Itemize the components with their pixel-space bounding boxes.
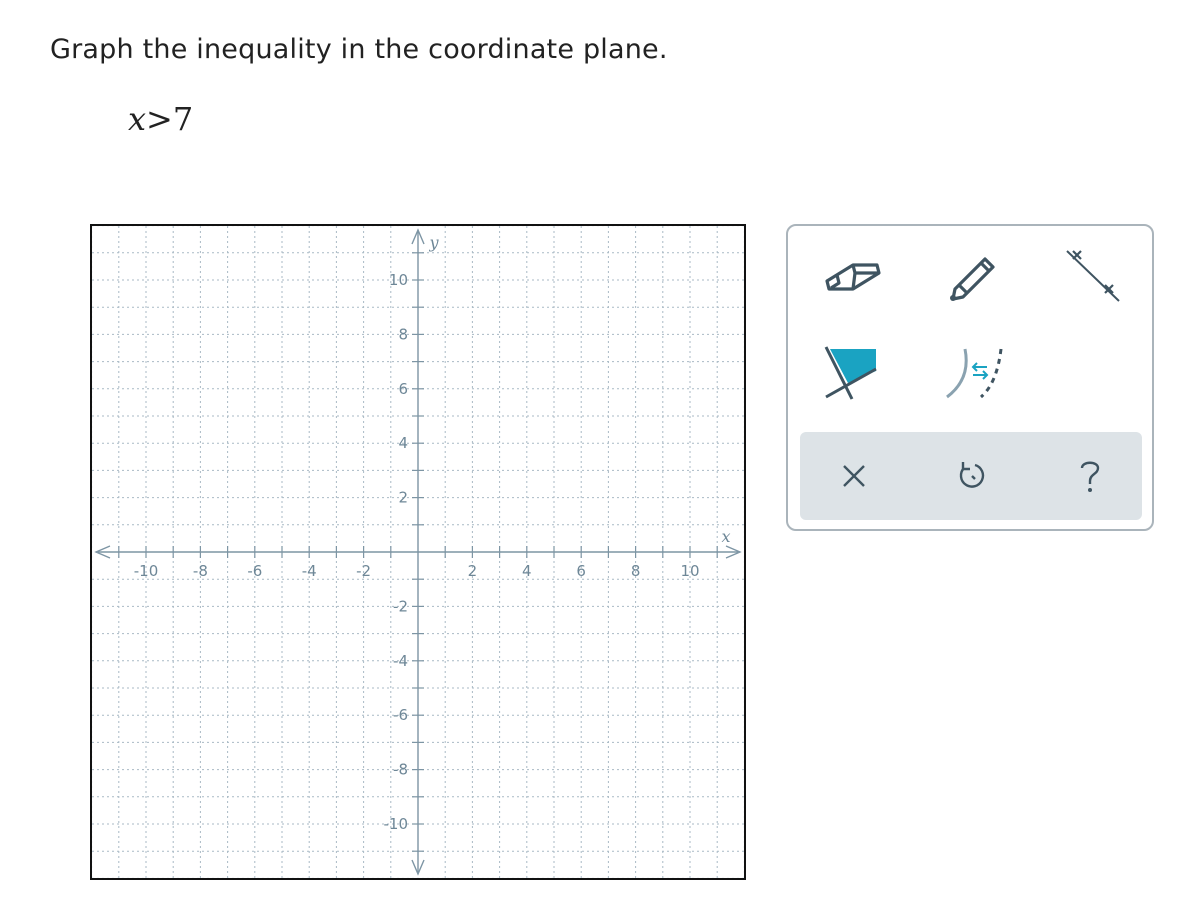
coordinate-plane[interactable]: -10 -8 -6 -4 -2 2 4 6 8 10 10 8 6 4 2 -2 -4 -6 -8 -10 x y: [90, 224, 746, 880]
y-tick-label: 8: [398, 325, 408, 343]
help-button[interactable]: [1050, 442, 1130, 510]
x-axis-label: x: [721, 527, 730, 546]
solid-dashed-toggle-icon: [946, 348, 1003, 399]
line-tool-icon: [1066, 250, 1120, 302]
clear-button[interactable]: [814, 442, 894, 510]
clear-icon: [843, 465, 865, 487]
axes: [94, 228, 742, 876]
x-tick-label: 6: [576, 562, 586, 580]
eraser-tool-button[interactable]: [813, 240, 893, 310]
y-tick-label: 4: [398, 434, 408, 452]
x-tick-label: -8: [193, 562, 208, 580]
toolbox-actions: [800, 432, 1142, 520]
y-tick-label: -4: [393, 652, 408, 670]
y-tick-label: -6: [393, 706, 408, 724]
inequality-operator: >: [146, 100, 173, 138]
x-tick-label: 10: [680, 562, 699, 580]
pencil-tool-button[interactable]: [933, 240, 1013, 310]
y-tick-label: 6: [398, 380, 408, 398]
y-tick-label: 10: [389, 271, 408, 289]
x-tick-label: 8: [631, 562, 641, 580]
undo-button[interactable]: [932, 442, 1012, 510]
y-tick-label: -8: [393, 761, 408, 779]
x-tick-label: 4: [522, 562, 532, 580]
inequality-variable: x: [128, 100, 147, 138]
x-tick-label: -6: [247, 562, 262, 580]
eraser-icon: [825, 263, 881, 291]
x-tick-label: 2: [468, 562, 478, 580]
solid-dashed-toggle-button[interactable]: [933, 336, 1013, 406]
tick-labels: -10 -8 -6 -4 -2 2 4 6 8 10 10 8 6 4 2 -2 -4 -6 -8 -10 x y: [134, 233, 731, 833]
line-tool-button[interactable]: [1053, 240, 1133, 310]
x-tick-label: -4: [302, 562, 317, 580]
inequality-value: 7: [172, 100, 194, 138]
coordinate-plane-canvas[interactable]: -10 -8 -6 -4 -2 2 4 6 8 10 10 8 6 4 2 -2 -4 -6 -8 -10 x y: [92, 226, 744, 878]
graphing-toolbox: [786, 224, 1154, 531]
y-tick-label: -10: [384, 815, 409, 833]
inequality-expression: x>7: [128, 100, 193, 138]
shade-region-icon: [824, 346, 877, 400]
help-icon: [1080, 461, 1100, 492]
question-prompt: Graph the inequality in the coordinate p…: [50, 34, 668, 65]
undo-icon: [959, 462, 985, 488]
shade-region-tool-button[interactable]: [813, 336, 893, 406]
x-tick-label: -10: [134, 562, 159, 580]
pencil-icon: [950, 257, 995, 301]
y-tick-label: 2: [398, 489, 408, 507]
x-tick-label: -2: [356, 562, 371, 580]
y-axis-label: y: [428, 233, 439, 252]
y-tick-label: -2: [393, 597, 408, 615]
